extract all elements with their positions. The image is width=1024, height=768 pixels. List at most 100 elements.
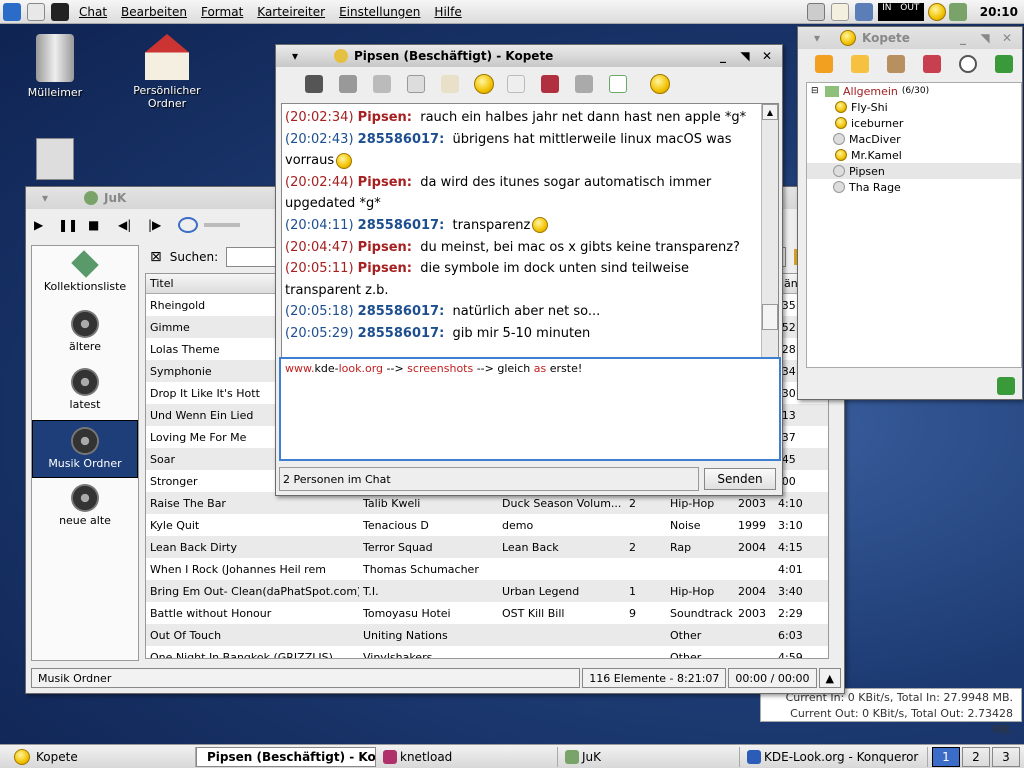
copy-icon[interactable]	[407, 75, 425, 93]
history-icon[interactable]	[541, 75, 559, 93]
maximize-button[interactable]: ◥	[976, 29, 994, 47]
close-button[interactable]: ✕	[758, 47, 776, 65]
contact-row[interactable]: Pipsen	[807, 163, 1021, 179]
minimize-button[interactable]: _	[714, 47, 732, 65]
next-icon[interactable]: |▶	[148, 218, 178, 232]
maximize-button[interactable]: ◥	[736, 47, 754, 65]
menu-karteireiter[interactable]: Karteireiter	[250, 5, 332, 19]
away-icon[interactable]	[851, 55, 869, 73]
save-icon[interactable]	[305, 75, 323, 93]
spellcheck-icon[interactable]	[609, 75, 627, 93]
close-button[interactable]: ✕	[998, 29, 1016, 47]
contact-row[interactable]: Mr.Kamel	[807, 147, 1021, 163]
history-icon[interactable]	[178, 217, 198, 233]
speaker-icon	[71, 310, 99, 338]
clock[interactable]: 20:10	[970, 5, 1024, 19]
print-icon[interactable]	[339, 75, 357, 93]
message-text: gib mir 5-10 minuten	[452, 325, 591, 341]
settings-icon[interactable]	[995, 55, 1013, 73]
contact-row[interactable]: Tha Rage	[807, 179, 1021, 195]
send-button[interactable]: Senden	[704, 468, 776, 490]
cell-genre: Rap	[670, 540, 692, 554]
task-knetload[interactable]: knetload	[376, 746, 558, 767]
task-juk[interactable]: JuK	[558, 746, 740, 767]
smiley-icon	[336, 152, 353, 169]
input-text-part: -->	[383, 362, 408, 375]
gear-icon[interactable]	[997, 377, 1015, 395]
search-icon[interactable]	[959, 55, 977, 73]
message-nick: 285586017:	[357, 304, 445, 320]
play-icon[interactable]: ▶	[34, 218, 58, 232]
stop-icon[interactable]: ■	[88, 218, 118, 232]
table-row[interactable]: Battle without Honour Tomoyasu Hotei OST K…	[146, 602, 828, 624]
kde-menu-icon[interactable]	[3, 2, 21, 21]
contact-row[interactable]: MacDiver	[807, 131, 1021, 147]
connect-icon[interactable]	[815, 55, 833, 73]
menu-einstellungen[interactable]: Einstellungen	[332, 5, 427, 19]
desktop-computer-icon[interactable]	[36, 138, 74, 180]
task-konqueror[interactable]: KDE-Look.org - Konqueror	[740, 746, 928, 767]
clear-search-icon[interactable]: ⊠	[150, 249, 162, 265]
window-menu-icon[interactable]: ▾	[286, 47, 304, 65]
cut-icon[interactable]	[373, 75, 391, 93]
pause-icon[interactable]: ❚❚	[58, 218, 88, 232]
format-icon[interactable]	[575, 75, 593, 93]
clipboard-icon[interactable]	[830, 2, 849, 21]
nav-latest[interactable]: latest	[32, 362, 138, 420]
scroll-thumb[interactable]	[762, 304, 778, 330]
position-slider[interactable]	[204, 223, 240, 227]
network-icon[interactable]	[854, 2, 873, 21]
message-nick: 285586017:	[357, 217, 445, 233]
task-chat[interactable]: Pipsen (Beschäftigt) - Kop	[196, 746, 376, 767]
kopete-titlebar[interactable]: ▾ Kopete _ ◥ ✕	[798, 27, 1022, 49]
table-row[interactable]: Out Of Touch Uniting Nations Other 6:03	[146, 624, 828, 646]
pager-desktop-2[interactable]: 2	[962, 746, 990, 767]
table-row[interactable]: Bring Em Out- Clean(daPhatSpot.com) T.I. U…	[146, 580, 828, 602]
table-row[interactable]: When I Rock (Johannes Heil rem Thomas Sch…	[146, 558, 828, 580]
nav-aeltere[interactable]: ältere	[32, 304, 138, 362]
contact-row[interactable]: Fly-Shi	[807, 99, 1021, 115]
status-icon[interactable]	[887, 55, 905, 73]
chat-scrollbar[interactable]: ▲ ▼	[761, 104, 778, 394]
previous-icon[interactable]: ◀|	[118, 218, 148, 232]
collapse-icon[interactable]: ⊟	[811, 86, 821, 96]
minimize-button[interactable]: _	[954, 29, 972, 47]
chat-titlebar[interactable]: ▾ Pipsen (Beschäftigt) - Kopete _ ◥ ✕	[276, 45, 782, 67]
menu-bearbeiten[interactable]: Bearbeiten	[114, 5, 194, 19]
task-kopete[interactable]: Kopete	[8, 746, 196, 767]
add-contact-icon[interactable]	[923, 55, 941, 73]
home-icon[interactable]	[27, 2, 45, 21]
nav-neue-alte[interactable]: neue alte	[32, 478, 138, 536]
nav-musik-ordner[interactable]: Musik Ordner	[32, 420, 138, 478]
cell-genre: Hip-Hop	[670, 496, 715, 510]
menu-chat[interactable]: Chat	[72, 5, 114, 19]
contact-row[interactable]: iceburner	[807, 115, 1021, 131]
table-row[interactable]: One Night In Bangkok (GRIZZLIS) Vinylshak…	[146, 646, 828, 659]
table-row[interactable]: Kyle Quit Tenacious D demo Noise 1999 3:10	[146, 514, 828, 536]
window-menu-icon[interactable]: ▾	[36, 189, 54, 207]
scroll-up-button[interactable]: ▲	[762, 104, 778, 120]
status-smiley-icon[interactable]	[650, 74, 670, 94]
kopete-status-icon[interactable]	[927, 2, 946, 21]
send-file-icon[interactable]	[507, 75, 525, 93]
pager-desktop-1[interactable]: 1	[932, 746, 960, 767]
netload-meter[interactable]: IN OUT	[877, 2, 924, 21]
message-time: (20:05:11)	[285, 261, 354, 277]
chat-input[interactable]: www.kde-look.org --> screenshots --> gle…	[279, 357, 781, 461]
juk-tray-icon[interactable]	[948, 2, 967, 21]
terminal-icon[interactable]	[51, 2, 69, 21]
group-allgemein[interactable]: ⊟ Allgemein (6/30)	[807, 83, 1021, 99]
klipper-icon[interactable]	[806, 2, 825, 21]
window-menu-icon[interactable]: ▾	[808, 29, 826, 47]
menu-format[interactable]: Format	[194, 5, 250, 19]
pager-desktop-3[interactable]: 3	[992, 746, 1020, 767]
paste-icon[interactable]	[441, 75, 459, 93]
menu-hilfe[interactable]: Hilfe	[427, 5, 468, 19]
emoticon-icon[interactable]	[474, 74, 494, 94]
desktop-icon-home[interactable]: Persönlicher Ordner	[117, 34, 217, 110]
message-text: transparenz	[452, 217, 531, 233]
desktop-icon-trash[interactable]: Mülleimer	[5, 34, 105, 99]
expand-button[interactable]: ▲	[818, 668, 841, 688]
nav-collection[interactable]: Kollektionsliste	[32, 246, 138, 304]
table-row[interactable]: Lean Back Dirty Terror Squad Lean Back 2 Rap…	[146, 536, 828, 558]
